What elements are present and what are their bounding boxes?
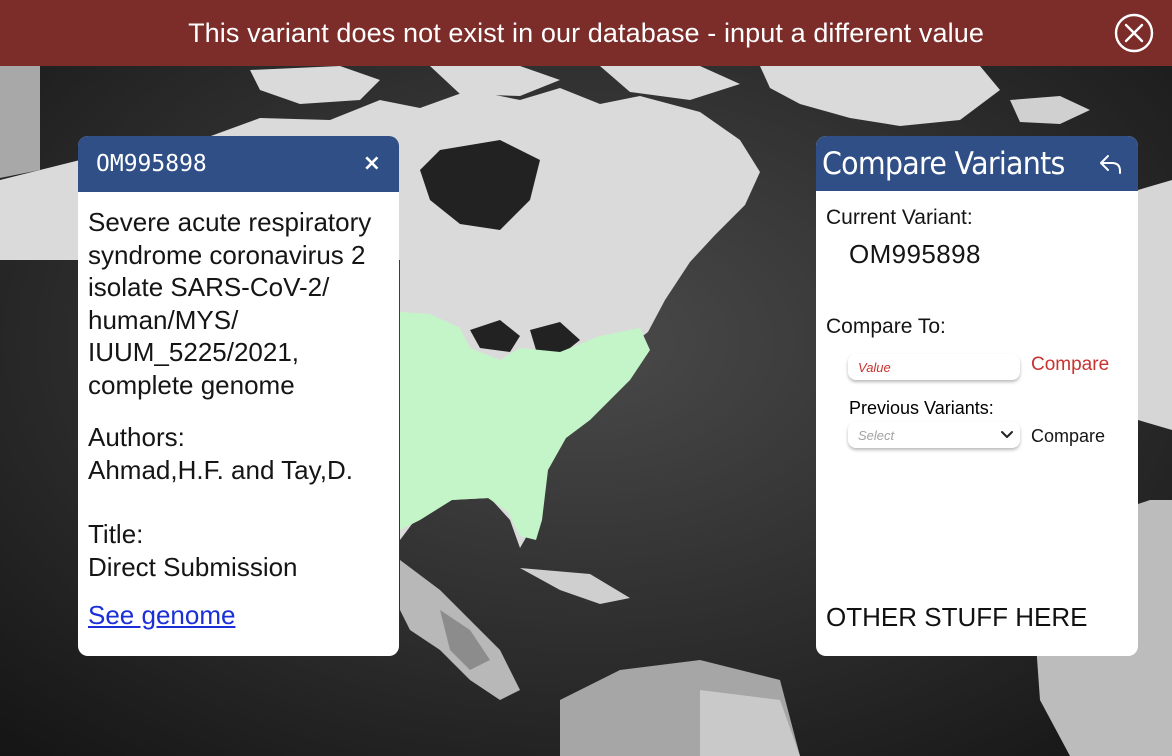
title-label: Title:	[88, 519, 144, 549]
authors-value: Ahmad,H.F. and Tay,D.	[88, 454, 353, 485]
europe-africa	[1138, 180, 1172, 430]
authors-label: Authors:	[88, 422, 185, 452]
variant-value-input[interactable]	[848, 354, 1020, 380]
compare-title: Compare Variants	[822, 145, 1065, 182]
compare-variants-card: Compare Variants Current Variant: OM9958…	[816, 136, 1138, 656]
info-header: OM995898 ×	[78, 136, 399, 192]
chevron-down-icon	[1001, 431, 1013, 438]
compare-header: Compare Variants	[816, 136, 1138, 191]
compare-value-button[interactable]: Compare	[1031, 354, 1109, 376]
compare-to-label: Compare To:	[826, 315, 946, 338]
variant-info-card: OM995898 × Severe acute respiratory synd…	[78, 136, 399, 656]
close-circle-icon[interactable]	[1112, 13, 1156, 53]
see-genome-link[interactable]: See genome	[88, 599, 235, 632]
error-banner: This variant does not exist in our datab…	[0, 0, 1172, 66]
current-variant-label: Current Variant:	[826, 206, 973, 229]
select-placeholder: Select	[858, 427, 895, 443]
previous-variants-select[interactable]: Select	[848, 422, 1020, 448]
previous-variants-label: Previous Variants:	[849, 398, 994, 418]
variant-id: OM995898	[96, 151, 207, 177]
current-variant-value: OM995898	[849, 239, 981, 269]
error-message: This variant does not exist in our datab…	[188, 17, 984, 48]
compare-previous-button[interactable]: Compare	[1031, 426, 1105, 447]
left-edge-land	[0, 66, 40, 178]
variant-description: Severe acute respiratory syndrome corona…	[88, 207, 372, 400]
title-value: Direct Submission	[88, 551, 298, 582]
info-body: Severe acute respiratory syndrome corona…	[78, 192, 399, 632]
close-icon[interactable]: ×	[363, 153, 381, 175]
reply-icon[interactable]	[1098, 152, 1124, 176]
other-stuff-placeholder: OTHER STUFF HERE	[826, 602, 1088, 632]
